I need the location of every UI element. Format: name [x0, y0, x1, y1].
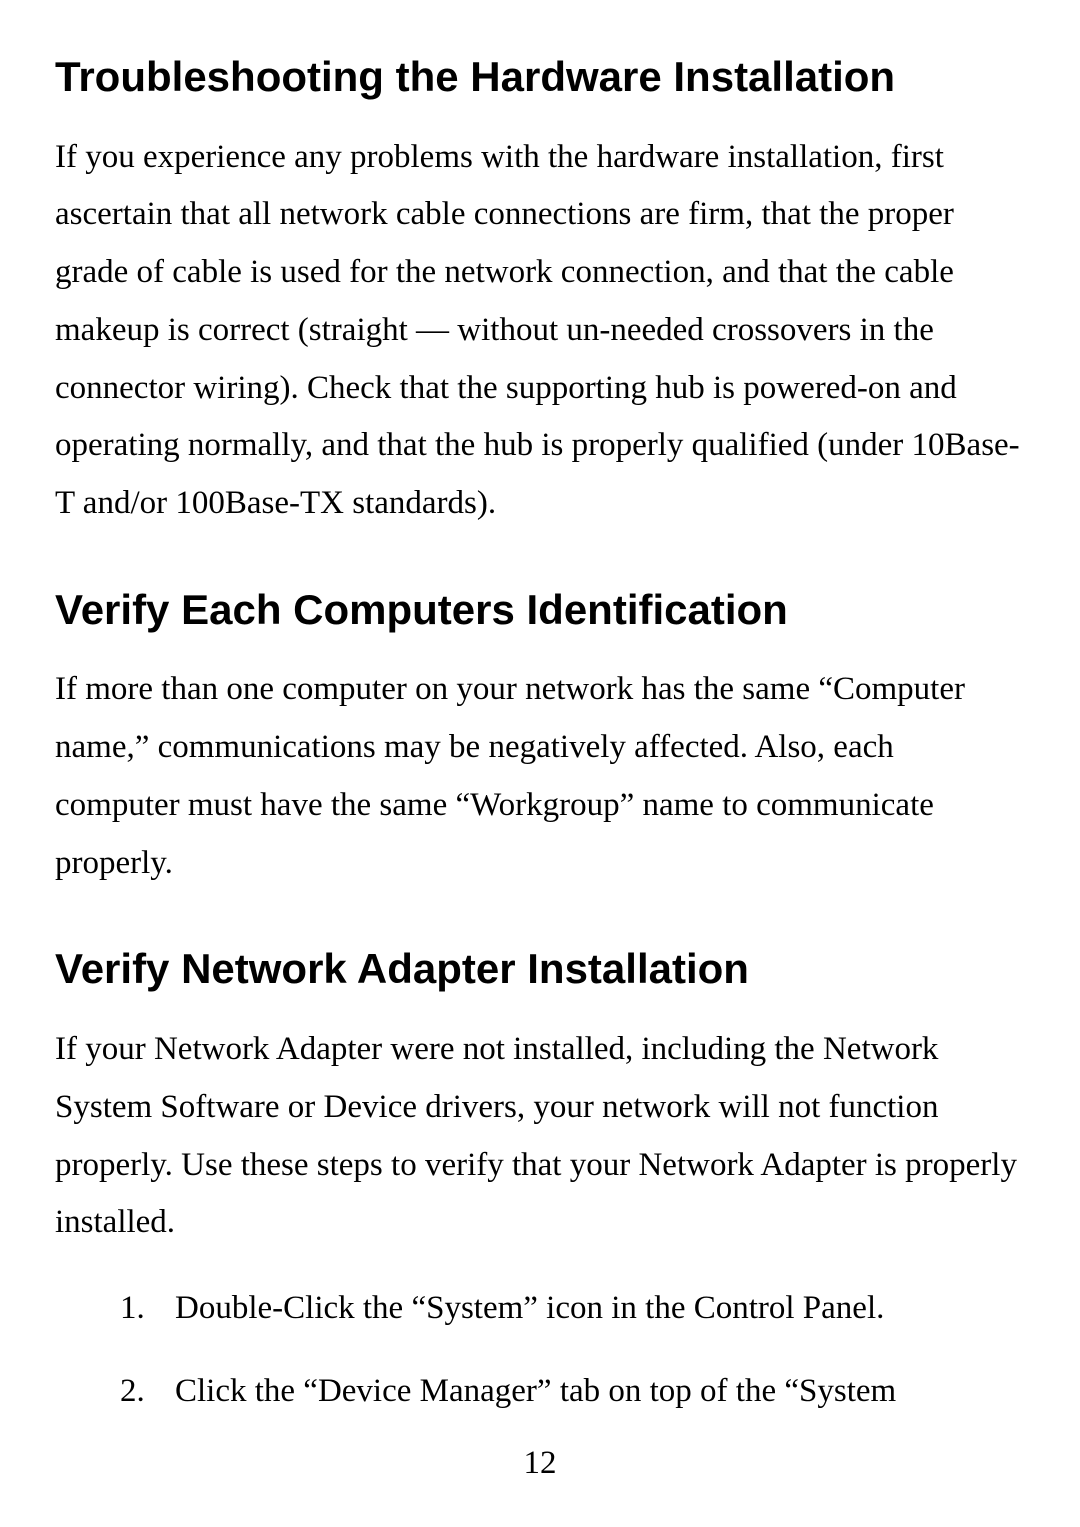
- list-item: 2. Click the “Device Manager” tab on top…: [120, 1365, 1025, 1418]
- page-number: 12: [0, 1445, 1080, 1482]
- section-body-verify-computers: If more than one computer on your networ…: [55, 661, 1025, 892]
- section-heading-verify-adapter: Verify Network Adapter Installation: [55, 942, 1025, 997]
- list-text: Click the “Device Manager” tab on top of…: [175, 1365, 896, 1418]
- list-number: 2.: [120, 1365, 175, 1418]
- list-number: 1.: [120, 1282, 175, 1335]
- section-body-verify-adapter: If your Network Adapter were not install…: [55, 1021, 1025, 1252]
- section-heading-troubleshooting: Troubleshooting the Hardware Installatio…: [55, 50, 1025, 105]
- list-item: 1. Double-Click the “System” icon in the…: [120, 1282, 1025, 1335]
- list-text: Double-Click the “System” icon in the Co…: [175, 1282, 884, 1335]
- section-body-troubleshooting: If you experience any problems with the …: [55, 129, 1025, 533]
- section-heading-verify-computers: Verify Each Computers Identification: [55, 583, 1025, 638]
- steps-list: 1. Double-Click the “System” icon in the…: [55, 1282, 1025, 1418]
